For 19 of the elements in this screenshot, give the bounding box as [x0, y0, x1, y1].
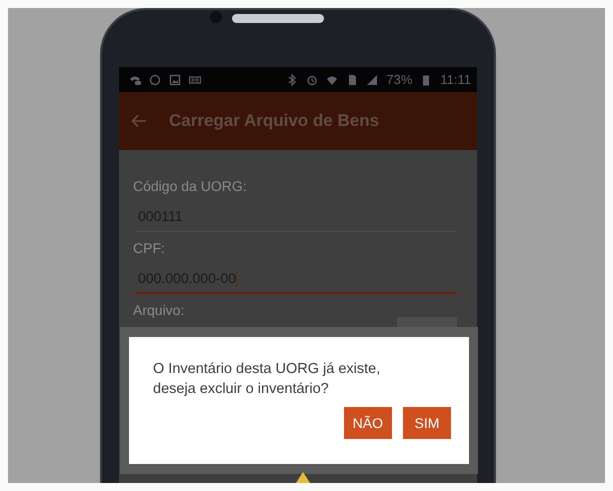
field-label: Arquivo:	[133, 302, 184, 318]
battery-percent: 73%	[386, 72, 412, 87]
bluetooth-icon	[286, 74, 298, 86]
alarm-icon	[306, 74, 318, 86]
dialog-message: O Inventário desta UORG já existe, deseja excluir o inventário?	[153, 360, 382, 399]
voicemail-icon	[189, 74, 201, 86]
dialog-button[interactable]: SIM	[403, 407, 451, 439]
back-arrow-icon[interactable]	[131, 114, 147, 128]
chat-icon	[149, 74, 161, 86]
clock-time: 11:11	[440, 72, 471, 87]
wifi-icon	[326, 74, 338, 86]
camera-icon	[210, 11, 222, 23]
field-label: CPF:	[133, 239, 166, 258]
sim-card-icon	[346, 74, 358, 86]
app-bar-title: Carregar Arquivo de Bens	[169, 111, 380, 131]
dialog-button[interactable]: NÃO	[344, 407, 392, 439]
image-icon	[169, 74, 181, 86]
signal-icon	[366, 74, 378, 86]
field-label: Código da UORG:	[133, 177, 248, 196]
